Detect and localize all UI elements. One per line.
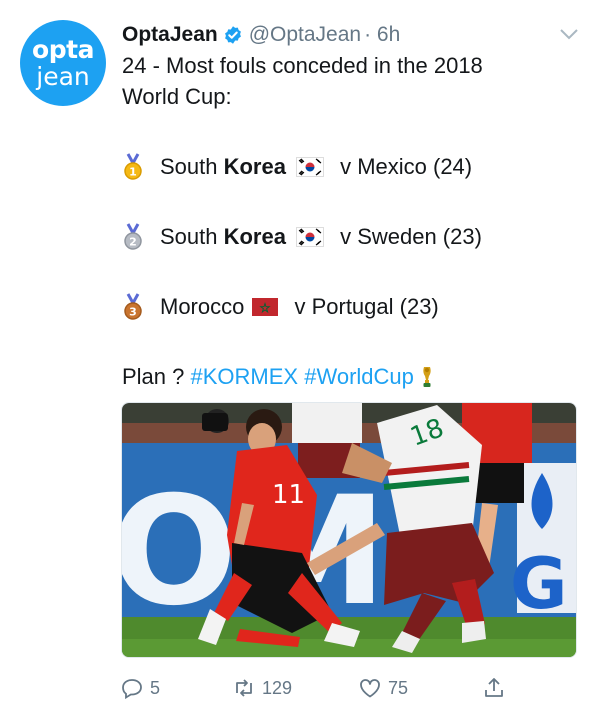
item-3-opponent: v Portugal (23) [288, 294, 439, 319]
south-korea-flag [295, 156, 324, 177]
list-item-1: 1 South Korea v Mexico (24) [122, 151, 582, 182]
avatar-text-line2: jean [36, 62, 90, 91]
avatar[interactable]: opta jean [20, 20, 106, 106]
tweet-body: 24 - Most fouls conceded in the 2018 Wor… [122, 50, 582, 392]
list-item-2: 2 South Korea v Sweden (23) [122, 221, 582, 252]
share-icon [485, 678, 503, 697]
item-1-opponent: v Mexico (24) [333, 154, 473, 179]
like-icon [360, 679, 380, 698]
user-handle[interactable]: @OptaJean [249, 23, 361, 47]
retweet-button[interactable]: 129 [232, 676, 292, 700]
retweet-count: 129 [262, 677, 293, 698]
tweet-actions: 5 129 75 [120, 676, 510, 706]
morocco-flag [252, 297, 279, 316]
south-korea-flag [295, 226, 324, 247]
list-item-3: 3 Morocco v Portugal (23) [122, 291, 582, 322]
reply-icon [122, 679, 142, 700]
tweet-photo[interactable]: OM G 18 [121, 402, 577, 658]
svg-text:11: 11 [272, 480, 305, 510]
gold-medal-icon: 1 [124, 152, 142, 180]
like-button[interactable]: 75 [358, 676, 408, 700]
chevron-down-icon[interactable] [558, 26, 580, 42]
svg-text:2: 2 [129, 235, 137, 248]
item-2-team-bold: Korea [223, 224, 286, 249]
item-1-team-bold: Korea [223, 154, 286, 179]
display-name[interactable]: OptaJean [122, 23, 218, 47]
verified-badge-icon [224, 26, 241, 44]
closing-text: Plan ? [122, 364, 185, 389]
silver-medal-icon: 2 [124, 222, 142, 250]
item-2-team-prefix: South [160, 224, 224, 249]
svg-text:G: G [510, 543, 567, 625]
avatar-text-line1: opta [32, 35, 94, 64]
reply-button[interactable]: 5 [120, 676, 160, 700]
item-1-team-prefix: South [160, 154, 224, 179]
bronze-medal-icon: 3 [124, 292, 142, 320]
tweet-card[interactable]: opta jean OptaJean @OptaJean · 6h 24 - M… [0, 0, 600, 726]
svg-text:3: 3 [129, 305, 137, 318]
share-button[interactable] [482, 676, 512, 700]
item-2-opponent: v Sweden (23) [333, 224, 482, 249]
trophy-icon [423, 366, 431, 387]
item-3-team: Morocco [160, 294, 245, 319]
tweet-line-1: 24 - Most fouls conceded in the 2018 [122, 53, 483, 78]
tweet-closing-line: Plan ? #KORMEX #WorldCup [122, 361, 582, 392]
tweet-line-2: World Cup: [122, 84, 232, 109]
reply-count: 5 [150, 677, 161, 698]
svg-text:1: 1 [129, 165, 137, 178]
tweet-timestamp[interactable]: · 6h [364, 23, 400, 47]
like-count: 75 [388, 677, 409, 698]
tweet-header: OptaJean @OptaJean · 6h [122, 22, 580, 48]
retweet-icon [236, 679, 252, 697]
hashtag-worldcup[interactable]: #WorldCup [304, 361, 414, 392]
football-match-photo: OM G 18 [122, 403, 576, 657]
hashtag-kormex[interactable]: #KORMEX [191, 361, 299, 392]
